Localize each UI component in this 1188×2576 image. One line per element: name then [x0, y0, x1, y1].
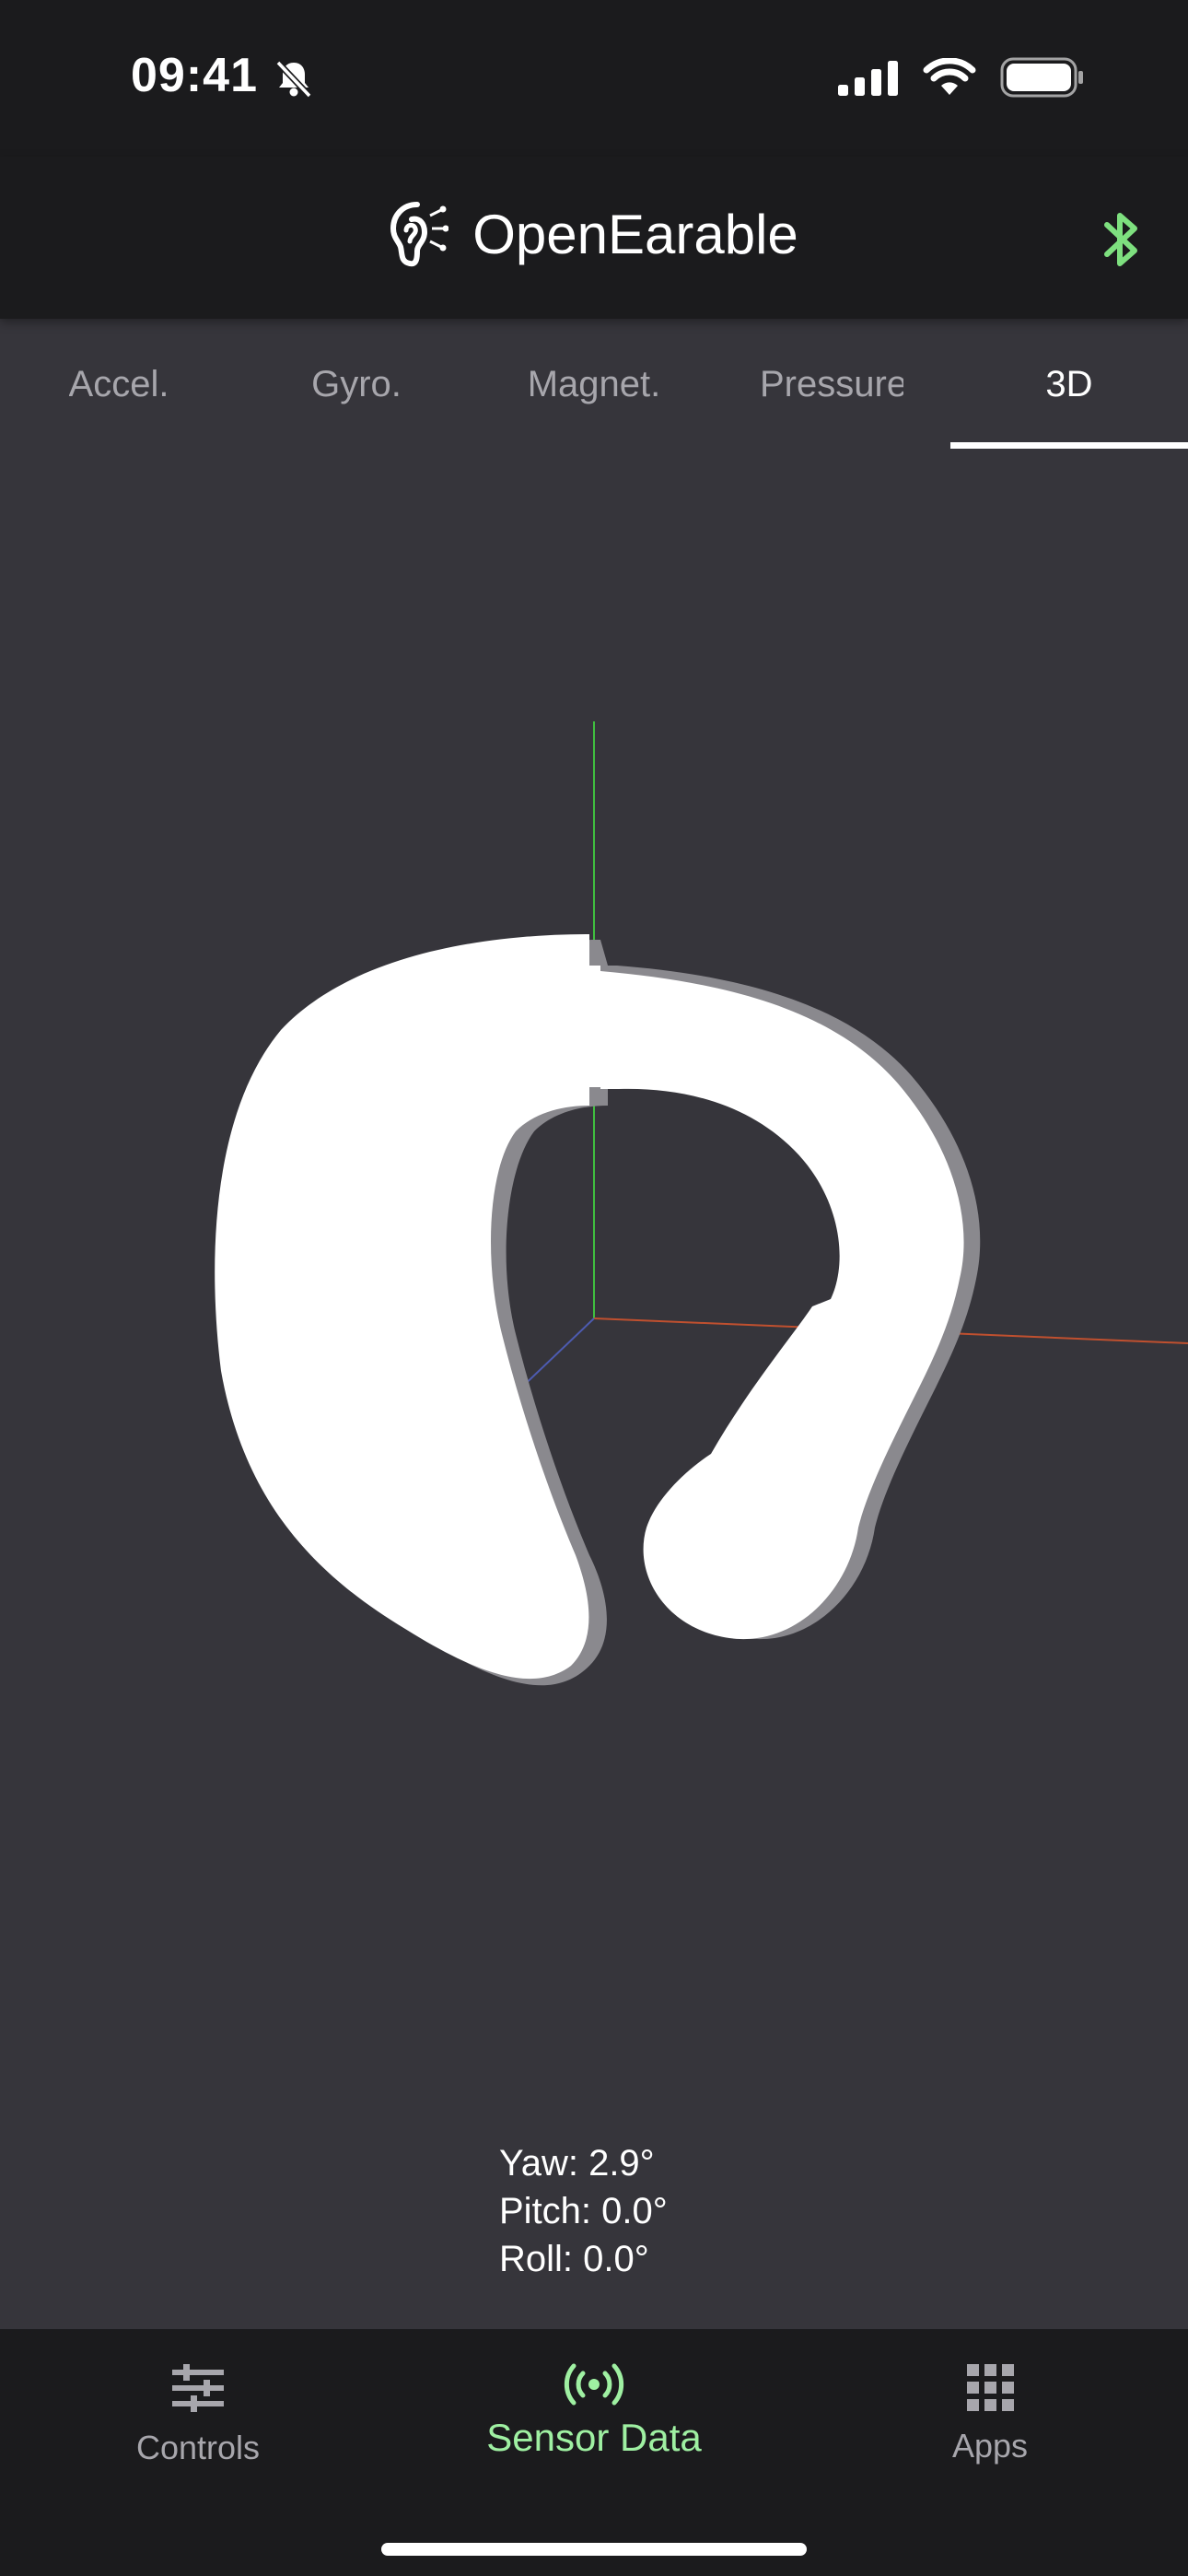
status-time: 09:41 [131, 49, 258, 102]
tab-magnet[interactable]: Magnet. [475, 319, 713, 450]
pitch-value: Pitch: 0.0° [499, 2191, 668, 2231]
tab-gyro[interactable]: Gyro. [238, 319, 475, 450]
app-bar: OpenEarable [0, 157, 1188, 319]
nav-controls[interactable]: Controls [0, 2362, 396, 2500]
app-title-group: OpenEarable [0, 199, 1188, 269]
wifi-icon [923, 58, 976, 95]
bottom-nav: Controls Sensor Data Apps [0, 2329, 1188, 2576]
yaw-value: Yaw: 2.9° [499, 2143, 655, 2184]
silent-bell-icon [273, 57, 315, 104]
nav-apps-label: Apps [951, 2427, 1029, 2465]
home-indicator[interactable] [381, 2543, 807, 2556]
bluetooth-icon[interactable] [1101, 210, 1142, 274]
status-bar: 09:41 [0, 0, 1188, 157]
status-indicators [838, 57, 1085, 98]
tab-pressure[interactable]: Pressure [713, 319, 950, 450]
nav-controls-label: Controls [135, 2429, 261, 2466]
sliders-icon [172, 2364, 224, 2412]
tab-accel[interactable]: Accel. [0, 319, 238, 450]
sensor-tabs: Accel. Gyro. Magnet. Pressure 3D [0, 319, 1188, 450]
ear-logo-icon [390, 202, 449, 267]
roll-value: Roll: 0.0° [499, 2239, 649, 2279]
nav-apps[interactable]: Apps [792, 2362, 1188, 2500]
app-title: OpenEarable [472, 203, 798, 265]
battery-icon [1000, 57, 1083, 98]
broadcast-icon [564, 2363, 624, 2406]
tab-3d[interactable]: 3D [950, 319, 1188, 450]
tab-indicator [950, 442, 1188, 449]
grid-icon [967, 2364, 1014, 2411]
3d-viewport[interactable] [0, 450, 1188, 2329]
orientation-readout: Yaw: 2.9° Pitch: 0.0° Roll: 0.0° [499, 2139, 668, 2283]
nav-sensor-data-label: Sensor Data [486, 2416, 702, 2459]
cellular-signal-icon [838, 61, 898, 96]
nav-sensor-data[interactable]: Sensor Data [396, 2362, 792, 2500]
